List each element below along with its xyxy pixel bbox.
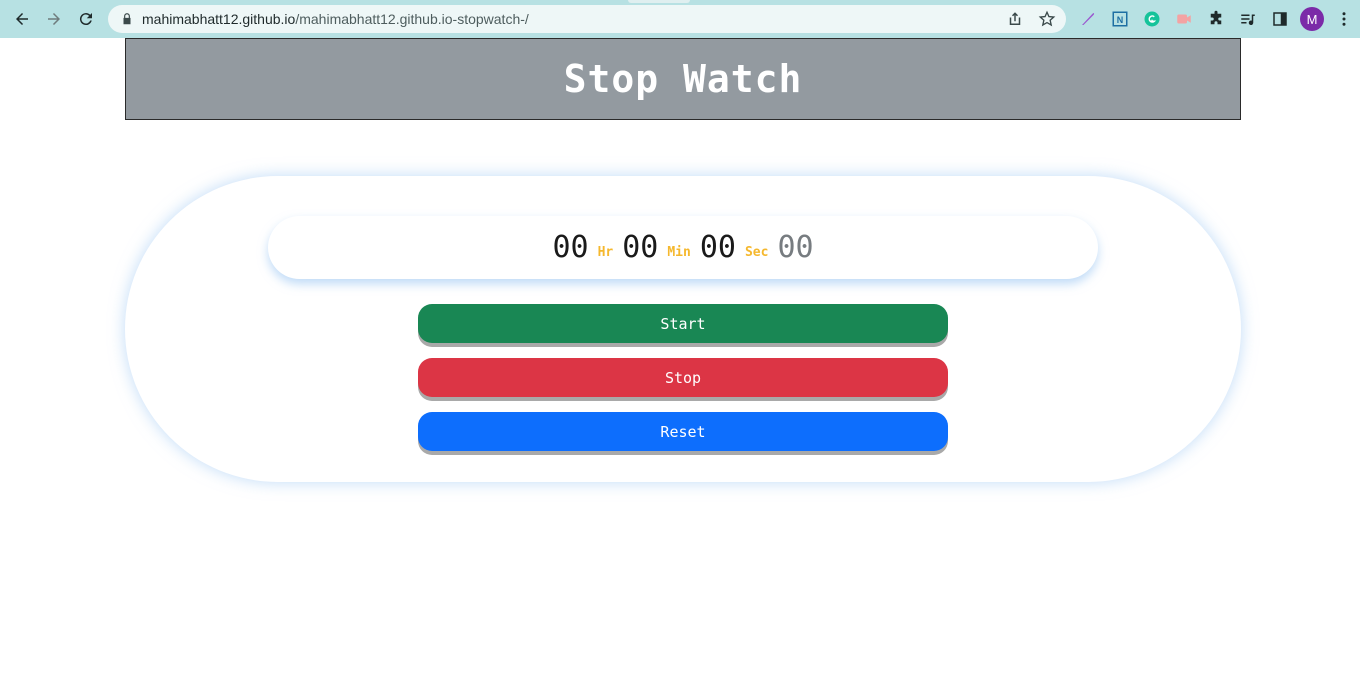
page-header: Stop Watch — [125, 38, 1241, 120]
minutes-value: 00 — [622, 230, 659, 265]
hours-value: 00 — [552, 230, 589, 265]
seconds-unit-label: Sec — [744, 245, 769, 260]
side-panel-icon[interactable] — [1270, 9, 1290, 29]
url-path: /mahimabhatt12.github.io-stopwatch-/ — [295, 11, 529, 27]
lock-icon — [123, 13, 131, 25]
back-button[interactable] — [10, 7, 34, 31]
screencast-extension-icon[interactable] — [1174, 9, 1194, 29]
url-host: mahimabhatt12.github.io — [142, 11, 296, 27]
address-bar[interactable]: mahimabhatt12.github.io/mahimabhatt12.gi… — [108, 5, 1066, 33]
stop-button[interactable]: Stop — [418, 358, 948, 397]
feather-extension-icon[interactable] — [1078, 9, 1098, 29]
reload-icon — [79, 13, 92, 26]
share-icon[interactable] — [1006, 10, 1024, 28]
notion-extension-icon[interactable]: N — [1110, 9, 1130, 29]
star-icon[interactable] — [1038, 10, 1056, 28]
kebab-menu-icon[interactable] — [1334, 9, 1354, 29]
time-display: 00 Hr 00 Min 00 Sec 00 — [268, 216, 1098, 279]
grammarly-extension-icon[interactable] — [1142, 9, 1162, 29]
reload-button[interactable] — [74, 7, 98, 31]
page-title: Stop Watch — [563, 57, 803, 101]
forward-icon — [48, 13, 60, 25]
url-text: mahimabhatt12.github.io/mahimabhatt12.gi… — [142, 11, 529, 27]
reset-button[interactable]: Reset — [418, 412, 948, 451]
forward-button[interactable] — [42, 7, 66, 31]
active-tab-indicator — [628, 0, 690, 3]
media-queue-icon[interactable] — [1238, 9, 1258, 29]
svg-text:N: N — [1117, 15, 1124, 25]
hours-unit-label: Hr — [597, 245, 614, 260]
start-button[interactable]: Start — [418, 304, 948, 343]
minutes-unit-label: Min — [667, 245, 691, 260]
centiseconds-value: 00 — [777, 230, 814, 265]
browser-toolbar: mahimabhatt12.github.io/mahimabhatt12.gi… — [0, 0, 1360, 38]
seconds-value: 00 — [699, 230, 736, 265]
back-icon — [16, 13, 28, 25]
puzzle-extensions-icon[interactable] — [1206, 9, 1226, 29]
profile-avatar[interactable]: M — [1300, 7, 1324, 31]
